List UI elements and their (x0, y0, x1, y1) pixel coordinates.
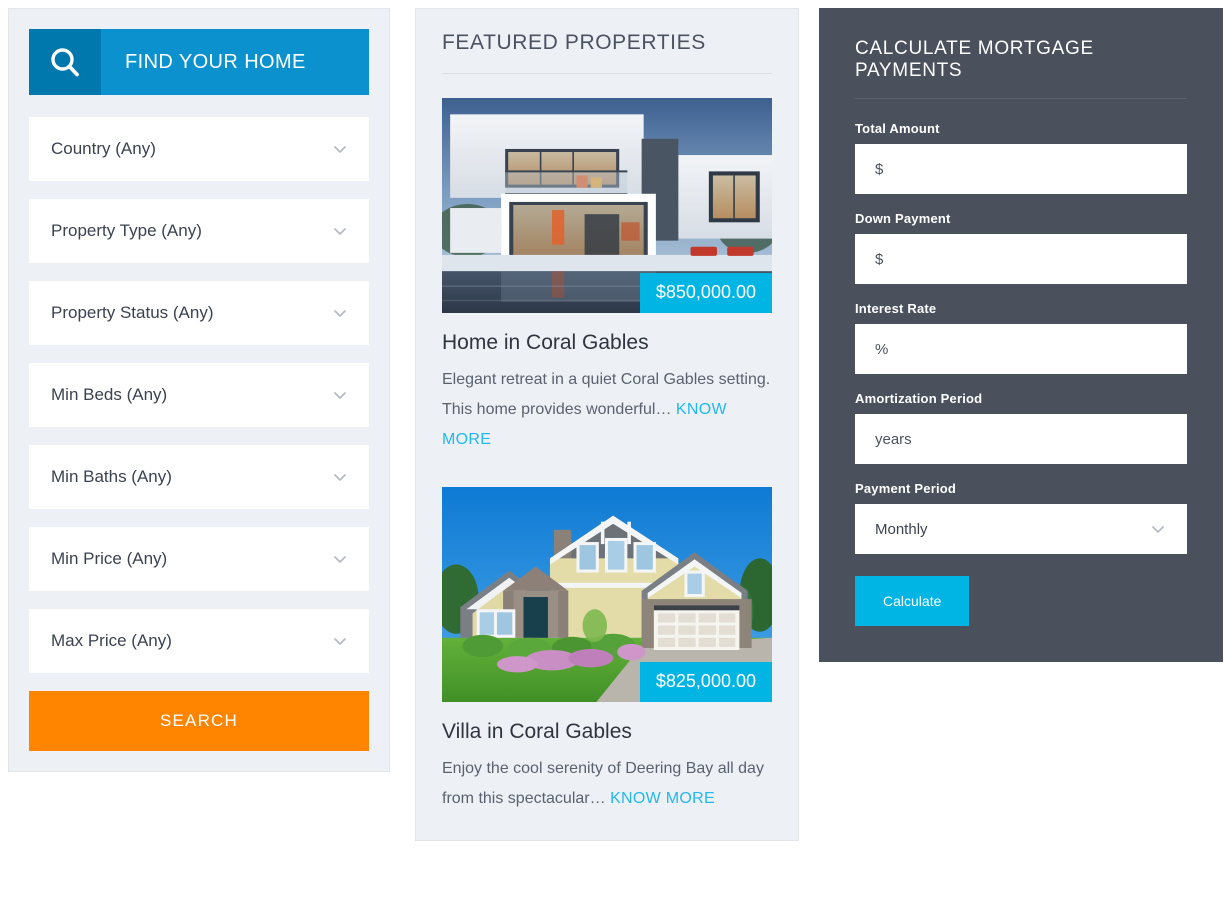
select-field-min-beds[interactable]: Min Beds (Any) (29, 363, 369, 427)
featured-properties-title: FEATURED PROPERTIES (442, 31, 706, 54)
select-label-country: Country (Any) (51, 139, 156, 158)
chevron-down-icon (333, 224, 347, 238)
label-payment-period: Payment Period (855, 481, 957, 496)
featured-properties-panel: FEATURED PROPERTIES $850,000.00 Home in … (415, 8, 799, 841)
property-photo-craftsman-house[interactable]: $825,000.00 (442, 487, 772, 702)
property-title: Villa in Coral Gables (442, 720, 632, 743)
interest-rate-input[interactable] (855, 324, 1187, 374)
chevron-down-icon (333, 552, 347, 566)
property-card[interactable]: $850,000.00 Home in Coral Gables Elegant… (442, 98, 772, 455)
select-field-max-price[interactable]: Max Price (Any) (29, 609, 369, 673)
select-field-country[interactable]: Country (Any) (29, 117, 369, 181)
select-field-property-status[interactable]: Property Status (Any) (29, 281, 369, 345)
select-field-min-price[interactable]: Min Price (Any) (29, 527, 369, 591)
chevron-down-icon (1151, 522, 1165, 536)
know-more-link[interactable]: KNOW MORE (610, 790, 715, 807)
total-amount-input[interactable] (855, 144, 1187, 194)
select-label-property-status: Property Status (Any) (51, 303, 214, 322)
select-field-min-baths[interactable]: Min Baths (Any) (29, 445, 369, 509)
select-label-property-type: Property Type (Any) (51, 221, 202, 240)
property-card[interactable]: $825,000.00 Villa in Coral Gables Enjoy … (442, 487, 772, 814)
property-description-text: Enjoy the cool serenity of Deering Bay a… (442, 760, 764, 807)
page-root: FIND YOUR HOME Country (Any) Property Ty… (0, 0, 1232, 900)
label-down-payment: Down Payment (855, 211, 951, 226)
find-your-home-panel: FIND YOUR HOME Country (Any) Property Ty… (8, 8, 390, 772)
search-icon (29, 29, 101, 95)
select-label-min-baths: Min Baths (Any) (51, 467, 172, 486)
label-amortization-period: Amortization Period (855, 391, 983, 406)
chevron-down-icon (333, 388, 347, 402)
select-label-max-price: Max Price (Any) (51, 631, 172, 650)
chevron-down-icon (333, 634, 347, 648)
select-field-property-type[interactable]: Property Type (Any) (29, 199, 369, 263)
property-description: Enjoy the cool serenity of Deering Bay a… (442, 754, 772, 814)
property-price: $850,000.00 (639, 273, 772, 313)
divider (855, 98, 1187, 99)
property-price: $825,000.00 (639, 662, 772, 702)
select-label-min-beds: Min Beds (Any) (51, 385, 168, 404)
payment-period-select[interactable]: Monthly (855, 504, 1187, 554)
label-interest-rate: Interest Rate (855, 301, 937, 316)
property-title: Home in Coral Gables (442, 331, 649, 354)
search-panel-title: FIND YOUR HOME (101, 29, 369, 95)
search-panel-header: FIND YOUR HOME (29, 29, 369, 95)
search-button[interactable]: SEARCH (29, 691, 369, 751)
select-label-min-price: Min Price (Any) (51, 549, 168, 568)
down-payment-input[interactable] (855, 234, 1187, 284)
calculator-title: CALCULATE MORTGAGE PAYMENTS (855, 38, 1094, 81)
payment-period-value: Monthly (875, 520, 928, 538)
chevron-down-icon (333, 306, 347, 320)
divider (442, 73, 772, 74)
chevron-down-icon (333, 142, 347, 156)
label-total-amount: Total Amount (855, 121, 940, 136)
calculate-button[interactable]: Calculate (855, 576, 970, 626)
mortgage-calculator-panel: CALCULATE MORTGAGE PAYMENTS Total Amount… (819, 8, 1223, 662)
property-photo-modern-villa[interactable]: $850,000.00 (442, 98, 772, 313)
chevron-down-icon (333, 470, 347, 484)
amortization-period-input[interactable] (855, 414, 1187, 464)
property-description: Elegant retreat in a quiet Coral Gables … (442, 365, 772, 455)
